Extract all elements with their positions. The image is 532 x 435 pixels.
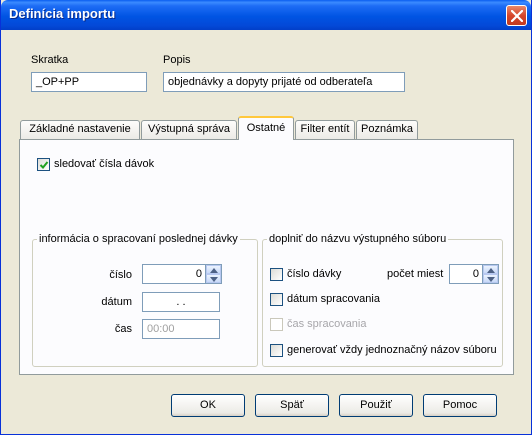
cas-input[interactable]: 00:00 [142,319,220,339]
generovat-label: generovať vždy jednoznačný názov súboru [287,344,497,356]
pouzit-button[interactable]: Použiť [339,394,413,417]
doplnit-group-title: doplniť do názvu výstupného súboru [267,233,449,245]
skratka-input[interactable]: _OP+PP [31,72,147,92]
datum-spracovania-checkbox[interactable] [270,293,283,306]
arrow-up-icon [210,268,218,273]
spin-down-button[interactable] [206,274,221,283]
popis-label: Popis [163,54,191,66]
arrow-up-icon [487,268,495,273]
tab-vystupna-sprava[interactable]: Výstupná správa [141,120,237,139]
pomoc-button[interactable]: Pomoc [423,394,497,417]
cas-spracovania-checkbox[interactable] [270,318,283,331]
arrow-down-icon [210,277,218,282]
skratka-label: Skratka [31,54,69,66]
tab-ostatne[interactable]: Ostatné [238,116,294,140]
doplnit-groupbox: doplniť do názvu výstupného súboru číslo… [262,233,503,367]
tab-zakladne-nastavenie[interactable]: Základné nastavenie [20,120,140,139]
info-group-title: informácia o spracovaní poslednej dávky [37,233,240,245]
cas-spracovania-label: čas spracovania [287,318,367,330]
datum-spracovania-label: dátum spracovania [287,293,380,305]
spin-up-button[interactable] [206,265,221,274]
pocet-miest-label: počet miest [387,268,444,280]
datum-label: dátum [101,296,132,308]
window-title: Definícia importu [9,6,116,21]
popis-input[interactable]: objednávky a dopyty prijaté od odberateľ… [163,72,405,92]
sledovat-label: sledovať čísla dávok [54,158,155,170]
close-icon [511,10,523,22]
tab-filter-entit[interactable]: Filter entít [295,120,355,139]
sledovat-checkbox[interactable] [37,158,50,171]
pocet-miest-input[interactable]: 0 [449,264,483,284]
spat-button[interactable]: Späť [255,394,329,417]
cislo-spinner[interactable] [206,264,222,284]
close-button[interactable] [506,5,527,26]
title-bar[interactable]: Definícia importu [1,0,531,30]
generovat-checkbox[interactable] [270,344,283,357]
cislo-davky-checkbox[interactable] [270,268,283,281]
ok-button[interactable]: OK [171,394,245,417]
cas-label: čas [114,323,132,335]
cislo-davky-label: číslo dávky [287,268,342,280]
cislo-label: číslo [109,269,132,281]
dialog-window: Definícia importu Skratka _OP+PP Popis o… [0,0,532,435]
spin-up-button[interactable] [483,265,498,274]
spin-down-button[interactable] [483,274,498,283]
cislo-input[interactable]: 0 [142,264,206,284]
tab-poznamka[interactable]: Poznámka [356,120,418,139]
tab-panel-ostatne: sledovať čísla dávok informácia o spraco… [19,139,514,375]
datum-input[interactable]: . . [142,292,220,312]
info-groupbox: informácia o spracovaní poslednej dávky … [32,233,258,367]
checkmark-icon [39,161,49,169]
pocet-miest-spinner[interactable] [483,264,499,284]
arrow-down-icon [487,277,495,282]
